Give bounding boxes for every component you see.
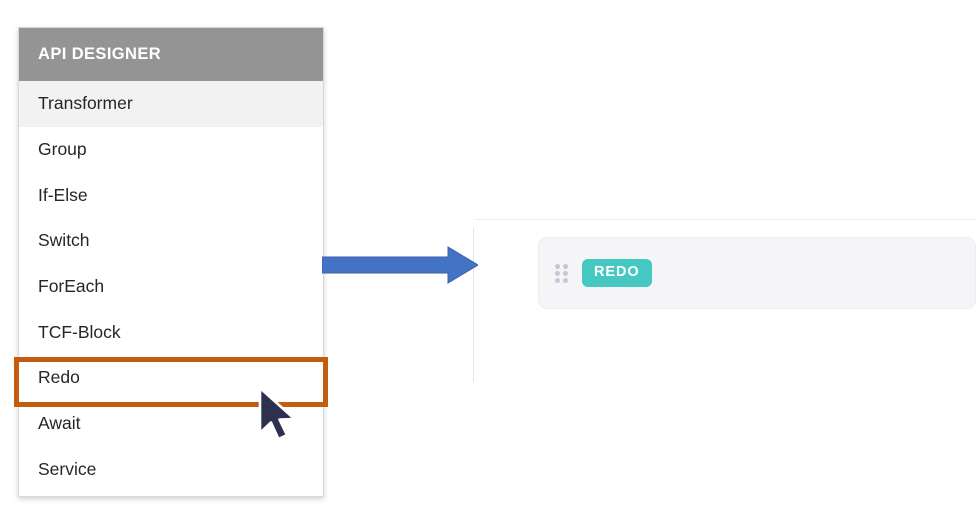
drag-handle-dot <box>555 263 560 269</box>
designer-canvas: REDO <box>473 219 976 382</box>
palette-item-group[interactable]: Group <box>19 126 323 173</box>
drag-handle-dot <box>563 270 568 276</box>
drag-handle-dot <box>563 277 568 283</box>
palette-item-transformer[interactable]: Transformer <box>19 81 323 127</box>
redo-node-card[interactable]: REDO <box>538 237 976 309</box>
drag-handle-dot <box>563 263 568 269</box>
flow-arrow-annotation <box>322 246 478 284</box>
canvas-top-divider <box>475 219 976 220</box>
drag-handle-icon[interactable] <box>555 263 568 283</box>
mouse-cursor-pointer <box>258 386 296 441</box>
palette-item-label: Transformer <box>38 93 133 114</box>
palette-item-label: Group <box>38 139 87 160</box>
palette-item-label: If-Else <box>38 184 88 205</box>
palette-item-label: Switch <box>38 230 90 251</box>
palette-item-foreach[interactable]: ForEach <box>19 263 323 310</box>
palette-item-label: Redo <box>38 367 80 388</box>
palette-item-if-else[interactable]: If-Else <box>19 172 323 219</box>
palette-header-title: API DESIGNER <box>38 45 162 63</box>
drag-handle-dot <box>555 277 560 283</box>
palette-item-service[interactable]: Service <box>19 446 323 493</box>
drag-handle-dot <box>555 270 560 276</box>
palette-item-label: ForEach <box>38 276 105 297</box>
redo-node-badge: REDO <box>582 259 652 287</box>
palette-item-label: Service <box>38 458 97 479</box>
palette-item-label: TCF-Block <box>38 321 121 342</box>
palette-header: API DESIGNER <box>19 28 323 81</box>
palette-item-tcf-block[interactable]: TCF-Block <box>19 309 323 356</box>
palette-item-label: Await <box>38 413 81 434</box>
palette-item-switch[interactable]: Switch <box>19 218 323 264</box>
